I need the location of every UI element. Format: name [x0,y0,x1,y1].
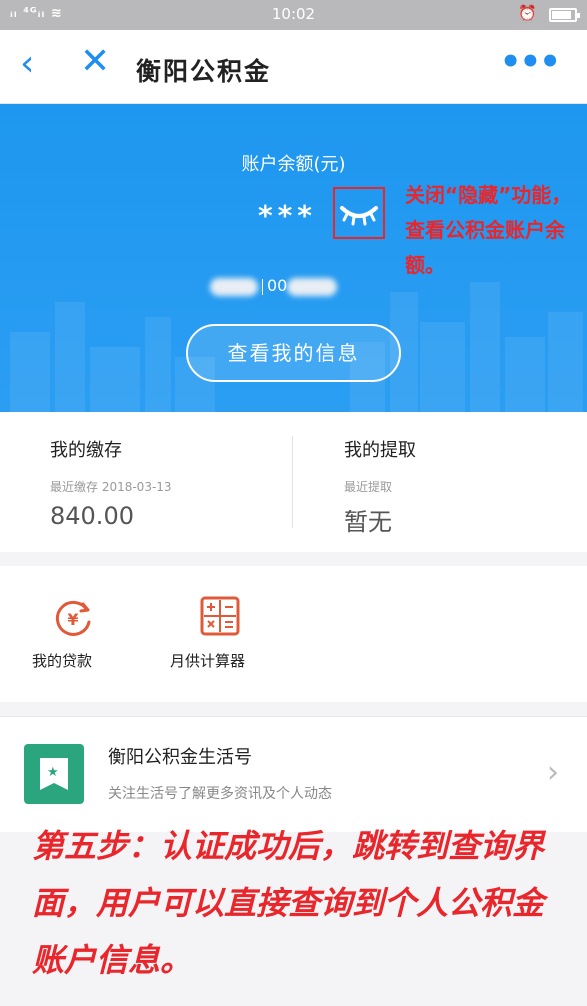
deposit-amount: 840.00 [50,502,134,530]
annotation-top: 关闭“隐藏”功能，查看公积金账户余额。 [405,183,572,277]
page-title: 衡阳公积金 [136,57,272,86]
blurred-account [287,277,338,296]
stats-divider [292,436,293,528]
deposit-date: 最近缴存 2018-03-13 [50,480,172,494]
service-calculator-label: 月供计算器 [170,652,246,670]
life-account-card[interactable]: ★ 衡阳公积金生活号 关注生活号了解更多资讯及个人动态 › [0,716,587,832]
balance-label: 账户余额(元) [241,154,346,175]
withdraw-title: 我的提取 [344,440,416,461]
status-time: 10:02 [271,5,316,23]
deposit-title: 我的缴存 [50,440,122,461]
nav-bar: ‹ ✕ 衡阳公积金 ••• [0,30,587,104]
blurred-name [210,277,258,296]
eye-closed-icon[interactable] [338,200,380,226]
chevron-right-icon[interactable]: › [547,755,559,790]
account-number: 00 [210,276,338,296]
life-account-title: 衡阳公积金生活号 [108,747,252,768]
annotation-bottom: 第五步：认证成功后，跳转到查询界面，用户可以直接查询到个人公积金账户信息。 [32,827,545,979]
withdraw-date: 最近提取 [344,480,393,494]
services-panel: ¥ 我的贷款 月供计算器 [0,566,587,702]
view-my-info-button[interactable]: 查看我的信息 [186,324,401,382]
stats-panel: 我的缴存 最近缴存 2018-03-13 840.00 我的提取 最近提取 暂无 [0,412,587,552]
loan-yuan-icon: ¥ [55,600,91,636]
chevron-left-icon[interactable]: ‹ [20,46,34,82]
bookmark-star-icon: ★ [24,744,84,804]
more-dots-icon[interactable]: ••• [500,42,561,82]
balance-value-hidden: *** [258,199,317,232]
close-icon[interactable]: ✕ [80,44,110,80]
withdraw-amount: 暂无 [344,508,392,536]
account-separator [262,278,263,295]
alarm-icon: ⏰ [518,4,537,22]
svg-text:¥: ¥ [67,610,78,629]
service-loan-label: 我的贷款 [32,652,93,670]
status-bar: ᵢₗ ⁴ᴳᵢₗ ≋ 10:02 ⏰ [0,0,587,30]
account-number-prefix: 00 [267,276,288,295]
calculator-icon [200,596,240,636]
battery-icon [549,8,580,22]
life-account-subtitle: 关注生活号了解更多资讯及个人动态 [108,786,332,802]
